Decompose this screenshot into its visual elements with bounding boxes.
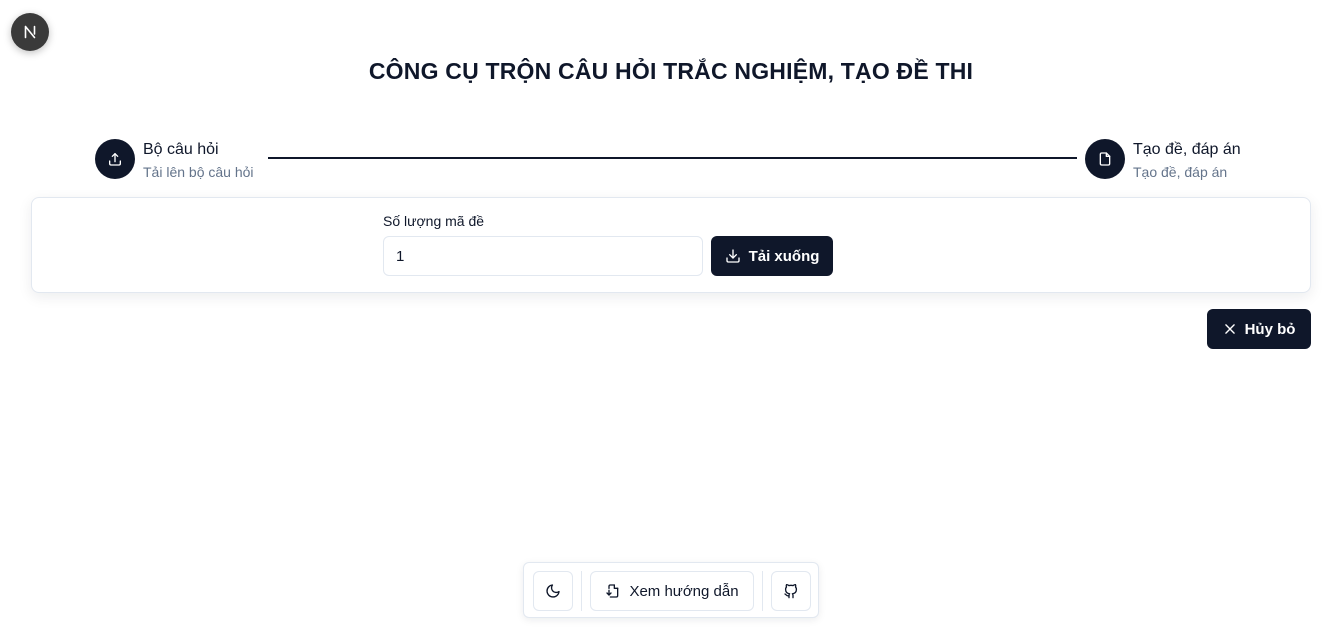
step-generate-description: Tạo đề, đáp án: [1133, 164, 1228, 180]
quantity-label: Số lượng mã đề: [383, 213, 485, 229]
step-upload-title: Bộ câu hỏi: [143, 141, 219, 158]
toolbar-divider: [581, 571, 582, 611]
close-icon: [1223, 322, 1237, 336]
document-guide-icon: [605, 583, 621, 599]
settings-card: Số lượng mã đề Tải xuống: [31, 197, 1311, 293]
guide-button[interactable]: Xem hướng dẫn: [590, 571, 754, 611]
step-upload-description: Tải lên bộ câu hỏi: [143, 164, 254, 180]
step-generate-title: Tạo đề, đáp án: [1133, 141, 1241, 158]
guide-label: Xem hướng dẫn: [629, 582, 739, 600]
upload-icon: [109, 153, 121, 166]
bottom-toolbar: Xem hướng dẫn: [523, 562, 819, 618]
download-button[interactable]: Tải xuống: [711, 236, 833, 276]
step-generate: Tạo đề, đáp án Tạo đề, đáp án: [1085, 139, 1241, 181]
page: CÔNG CỤ TRỘN CÂU HỎI TRẮC NGHIỆM, TẠO ĐỀ…: [0, 0, 1342, 631]
download-label: Tải xuống: [748, 247, 820, 265]
step-generate-circle: [1085, 139, 1125, 179]
theme-toggle-button[interactable]: [533, 571, 573, 611]
github-icon: [784, 583, 798, 599]
step-connector: [268, 157, 1077, 159]
nextjs-badge[interactable]: [11, 13, 49, 51]
file-icon: [1099, 152, 1111, 166]
download-icon: [725, 248, 741, 264]
github-button[interactable]: [771, 571, 811, 611]
moon-icon: [546, 584, 560, 598]
quantity-input[interactable]: [383, 236, 703, 276]
nextjs-logo-icon: [24, 25, 36, 39]
page-title: CÔNG CỤ TRỘN CÂU HỎI TRẮC NGHIỆM, TẠO ĐỀ…: [368, 58, 974, 84]
step-upload-circle: [95, 139, 135, 179]
toolbar-divider: [762, 571, 763, 611]
cancel-label: Hủy bỏ: [1244, 320, 1296, 338]
cancel-button[interactable]: Hủy bỏ: [1207, 309, 1311, 349]
step-upload: Bộ câu hỏi Tải lên bộ câu hỏi: [95, 139, 254, 181]
